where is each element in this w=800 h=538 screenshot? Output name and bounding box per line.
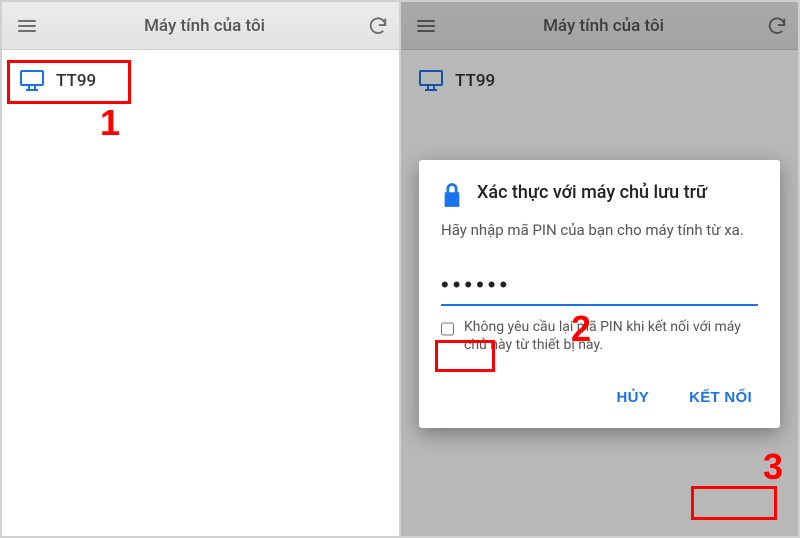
hamburger-icon[interactable] — [12, 14, 42, 38]
host-item-label: TT99 — [56, 71, 96, 91]
appbar-title: Máy tính của tôi — [42, 16, 367, 36]
monitor-icon — [20, 70, 44, 92]
refresh-icon[interactable] — [367, 15, 389, 37]
host-list: TT99 — [2, 50, 399, 112]
cancel-button[interactable]: HỦY — [610, 381, 655, 414]
auth-dialog: Xác thực với máy chủ lưu trữ Hãy nhập mã… — [419, 160, 780, 428]
dialog-title: Xác thực với máy chủ lưu trữ — [477, 182, 707, 205]
dialog-message: Hãy nhập mã PIN của bạn cho máy tính từ … — [441, 220, 758, 240]
lock-icon — [441, 182, 463, 208]
host-item-tt99[interactable]: TT99 — [6, 60, 395, 102]
remember-pin-label: Không yêu cầu lại mã PIN khi kết nối với… — [464, 318, 758, 354]
appbar: Máy tính của tôi — [2, 2, 399, 50]
remember-pin-checkbox[interactable] — [441, 320, 454, 338]
connect-button[interactable]: KẾT NỐI — [683, 381, 758, 414]
screen-left: Máy tính của tôi TT99 1 — [0, 0, 400, 538]
pin-input[interactable] — [441, 270, 758, 306]
screen-right: Máy tính của tôi TT99 Xác thực với máy c… — [400, 0, 800, 538]
